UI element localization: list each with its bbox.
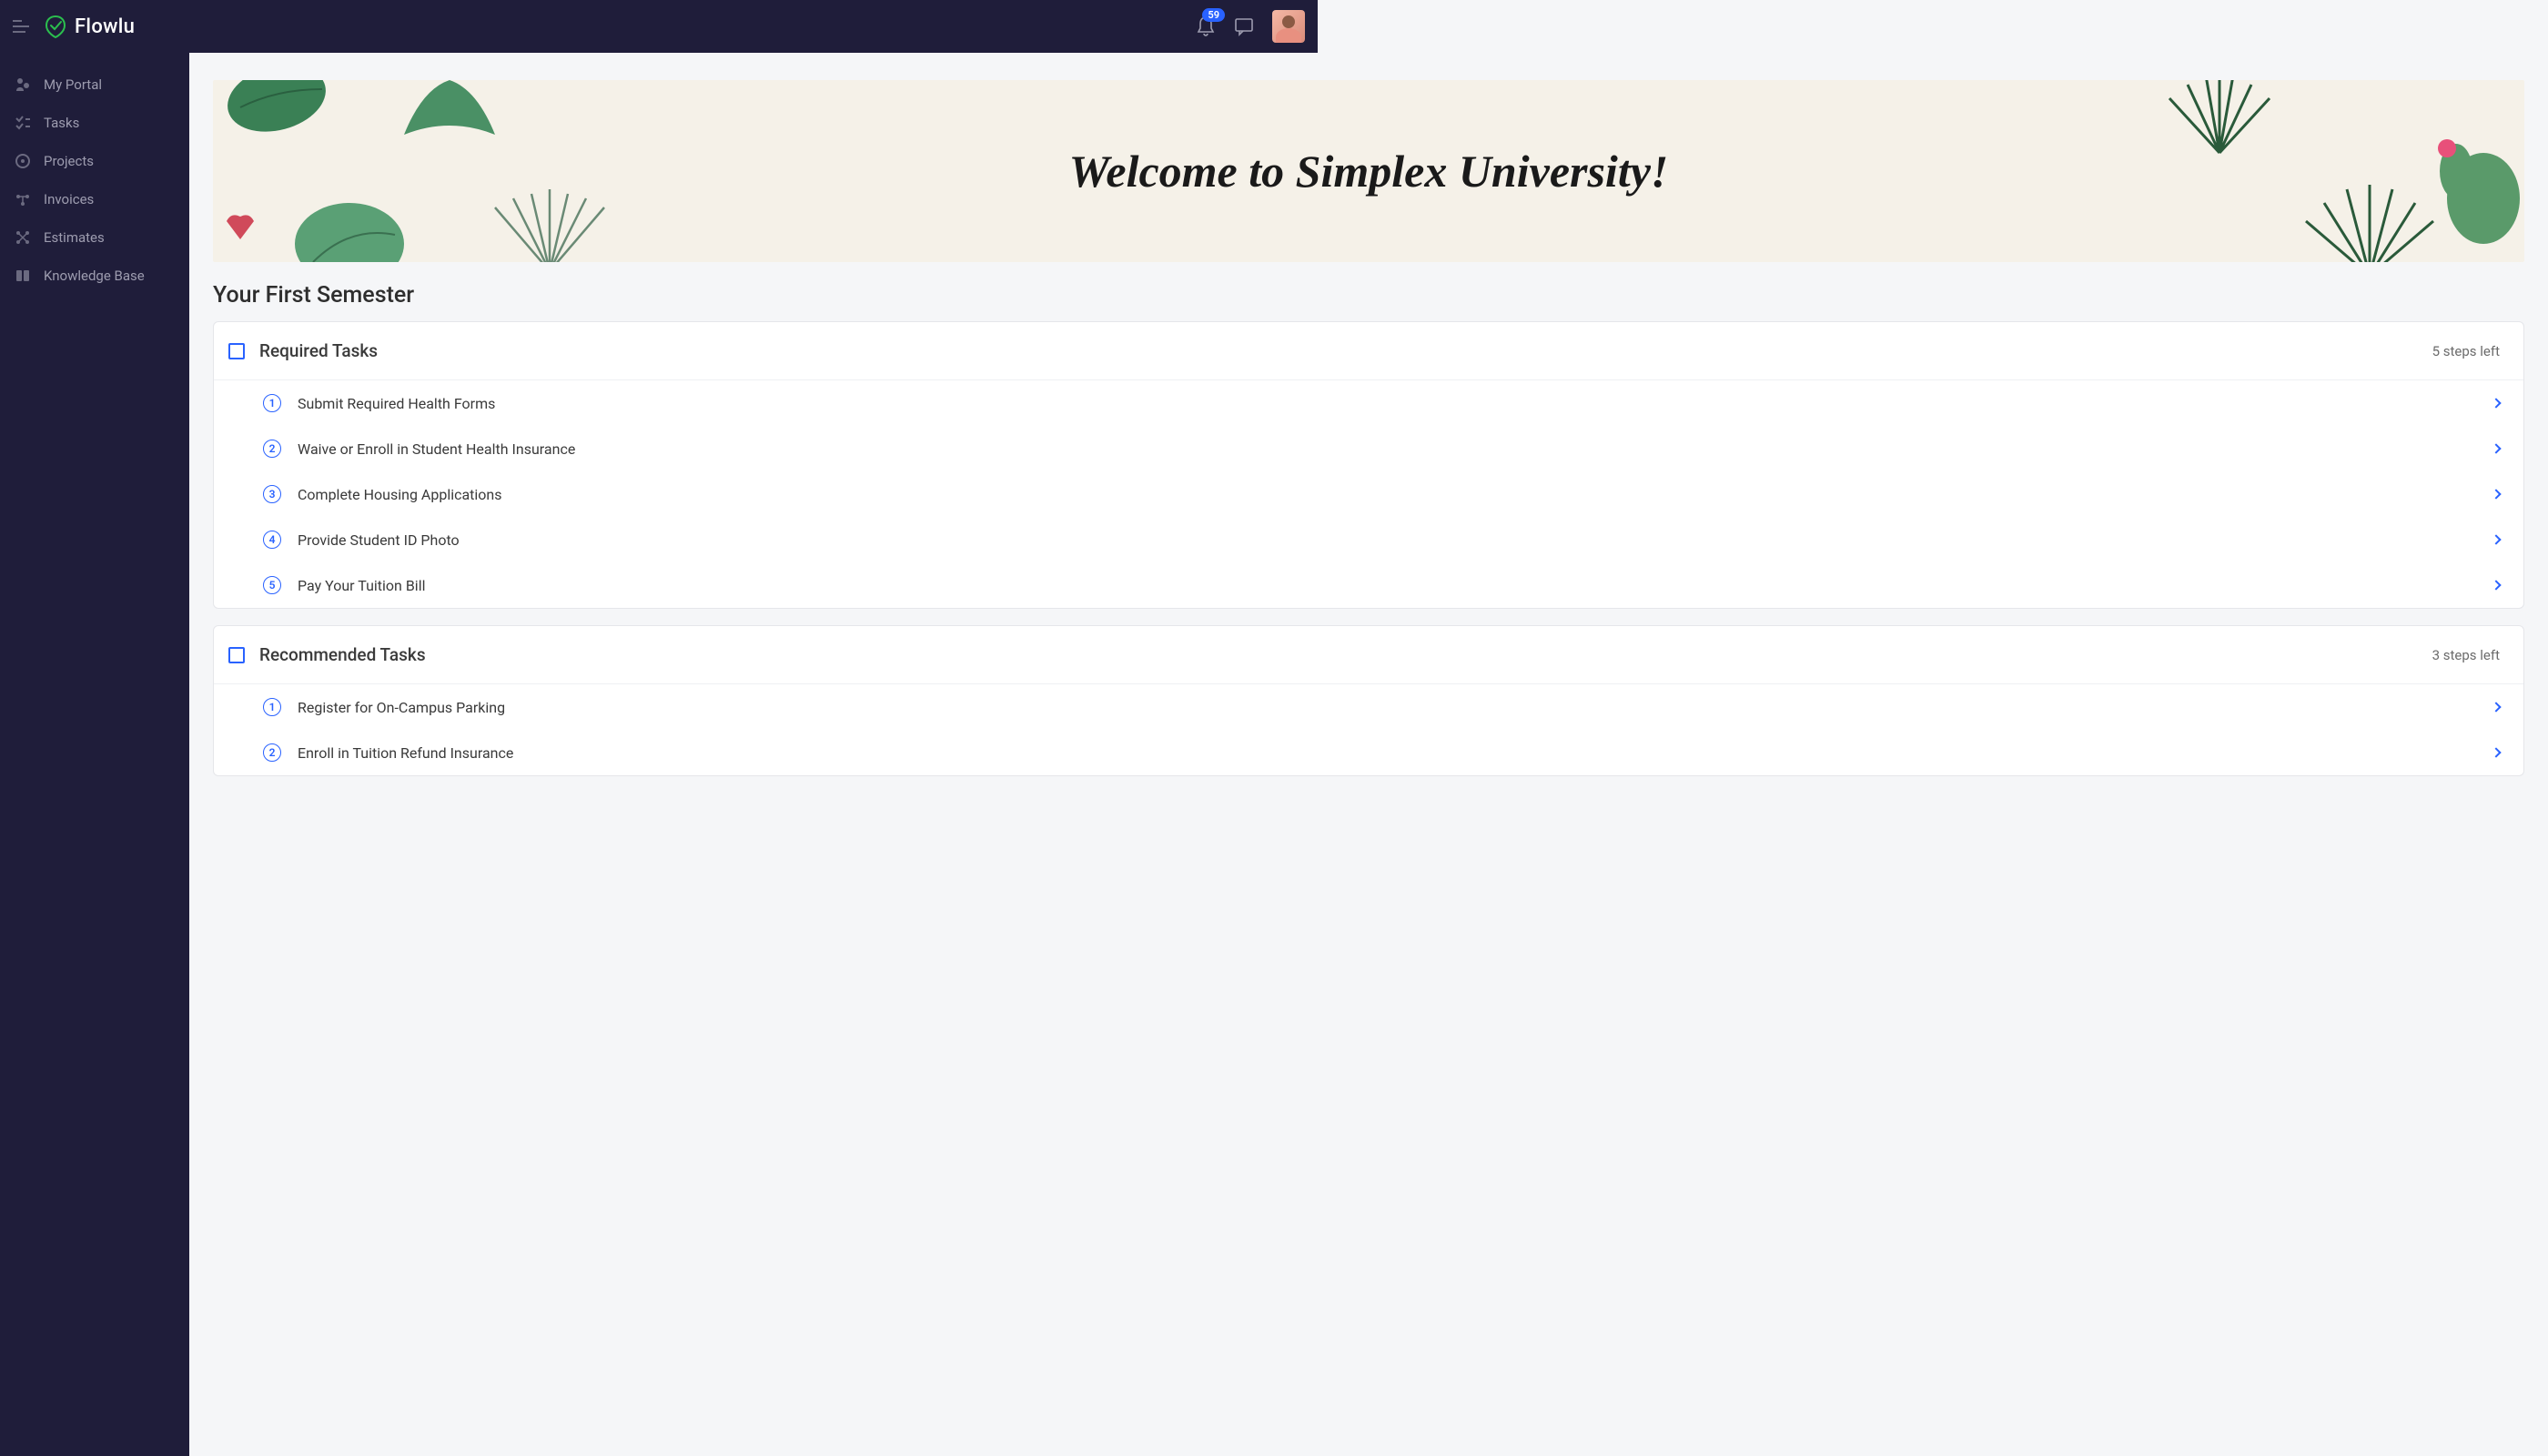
task-row[interactable]: 1 Submit Required Health Forms — [214, 380, 2523, 426]
chevron-right-icon — [2491, 702, 2501, 712]
sidebar-item-label: Invoices — [44, 191, 94, 207]
task-label: Waive or Enroll in Student Health Insura… — [298, 440, 2492, 458]
task-label: Complete Housing Applications — [298, 486, 2492, 503]
task-row[interactable]: 3 Complete Housing Applications — [214, 471, 2523, 517]
main-content: Welcome to Simplex University! Your Firs… — [189, 53, 2548, 1456]
task-number-badge: 2 — [263, 440, 281, 458]
welcome-banner: Welcome to Simplex University! — [213, 80, 2524, 262]
estimates-icon — [15, 229, 31, 246]
invoices-icon — [15, 191, 31, 207]
tasks-icon — [15, 115, 31, 131]
leaf-decoration-icon — [286, 180, 413, 262]
task-label: Enroll in Tuition Refund Insurance — [298, 744, 2492, 762]
sidebar-item-label: Projects — [44, 153, 94, 169]
portal-icon — [15, 76, 31, 93]
section-title: Your First Semester — [213, 282, 2524, 308]
brand-name: Flowlu — [75, 15, 135, 38]
brand-logo[interactable]: Flowlu — [44, 15, 135, 38]
steps-left-label: 5 steps left — [2432, 343, 2500, 359]
task-card-required: Required Tasks 5 steps left 1 Submit Req… — [213, 321, 2524, 609]
card-title: Required Tasks — [259, 340, 2432, 361]
knowledge-base-icon — [15, 268, 31, 284]
card-checkbox[interactable] — [228, 647, 245, 663]
notification-badge: 59 — [1202, 8, 1225, 22]
chevron-right-icon — [2491, 398, 2501, 408]
task-label: Register for On-Campus Parking — [298, 699, 2492, 716]
task-card-recommended: Recommended Tasks 3 steps left 1 Registe… — [213, 625, 2524, 776]
task-label: Provide Student ID Photo — [298, 531, 2492, 549]
task-row[interactable]: 2 Waive or Enroll in Student Health Insu… — [214, 426, 2523, 471]
sidebar-item-tasks[interactable]: Tasks — [0, 104, 189, 142]
task-label: Submit Required Health Forms — [298, 395, 2492, 412]
card-header: Recommended Tasks 3 steps left — [214, 626, 2523, 684]
card-title: Recommended Tasks — [259, 644, 2432, 665]
card-checkbox[interactable] — [228, 343, 245, 359]
banner-title: Welcome to Simplex University! — [1069, 145, 1669, 197]
chevron-right-icon — [2491, 443, 2501, 453]
sidebar: My Portal Tasks Projects Invoices Estima… — [0, 53, 189, 1456]
leaf-decoration-icon — [222, 80, 368, 171]
sidebar-item-label: My Portal — [44, 76, 102, 93]
sidebar-item-invoices[interactable]: Invoices — [0, 180, 189, 218]
leaf-decoration-icon — [468, 189, 632, 262]
leaf-decoration-icon — [2151, 80, 2288, 162]
flower-decoration-icon — [217, 207, 263, 244]
task-label: Pay Your Tuition Bill — [298, 577, 2492, 594]
task-number-badge: 4 — [263, 531, 281, 549]
card-header: Required Tasks 5 steps left — [214, 322, 2523, 380]
leaf-decoration-icon — [395, 80, 504, 153]
logo-mark-icon — [44, 15, 67, 38]
task-row[interactable]: 1 Register for On-Campus Parking — [214, 684, 2523, 730]
chevron-right-icon — [2491, 580, 2501, 590]
task-row[interactable]: 4 Provide Student ID Photo — [214, 517, 2523, 562]
notifications-button[interactable]: 59 — [1196, 15, 1216, 37]
task-number-badge: 1 — [263, 394, 281, 412]
user-avatar[interactable] — [1272, 10, 1305, 43]
chevron-right-icon — [2491, 534, 2501, 544]
sidebar-item-knowledge-base[interactable]: Knowledge Base — [0, 257, 189, 295]
sidebar-item-label: Tasks — [44, 115, 79, 131]
task-number-badge: 1 — [263, 698, 281, 716]
app-header: Flowlu 59 — [0, 0, 1318, 53]
header-right: 59 — [1196, 10, 1305, 43]
sidebar-item-my-portal[interactable]: My Portal — [0, 66, 189, 104]
chevron-right-icon — [2491, 747, 2501, 757]
menu-toggle-icon[interactable] — [13, 20, 31, 33]
sidebar-item-label: Estimates — [44, 229, 105, 246]
leaf-decoration-icon — [2297, 185, 2442, 262]
header-left: Flowlu — [13, 15, 135, 38]
chevron-right-icon — [2491, 489, 2501, 499]
cactus-decoration-icon — [2433, 107, 2524, 244]
chat-icon[interactable] — [1234, 16, 1254, 36]
projects-icon — [15, 153, 31, 169]
task-row[interactable]: 5 Pay Your Tuition Bill — [214, 562, 2523, 608]
task-row[interactable]: 2 Enroll in Tuition Refund Insurance — [214, 730, 2523, 775]
task-number-badge: 3 — [263, 485, 281, 503]
steps-left-label: 3 steps left — [2432, 647, 2500, 663]
task-number-badge: 5 — [263, 576, 281, 594]
sidebar-item-estimates[interactable]: Estimates — [0, 218, 189, 257]
sidebar-item-label: Knowledge Base — [44, 268, 145, 284]
task-number-badge: 2 — [263, 743, 281, 762]
sidebar-item-projects[interactable]: Projects — [0, 142, 189, 180]
